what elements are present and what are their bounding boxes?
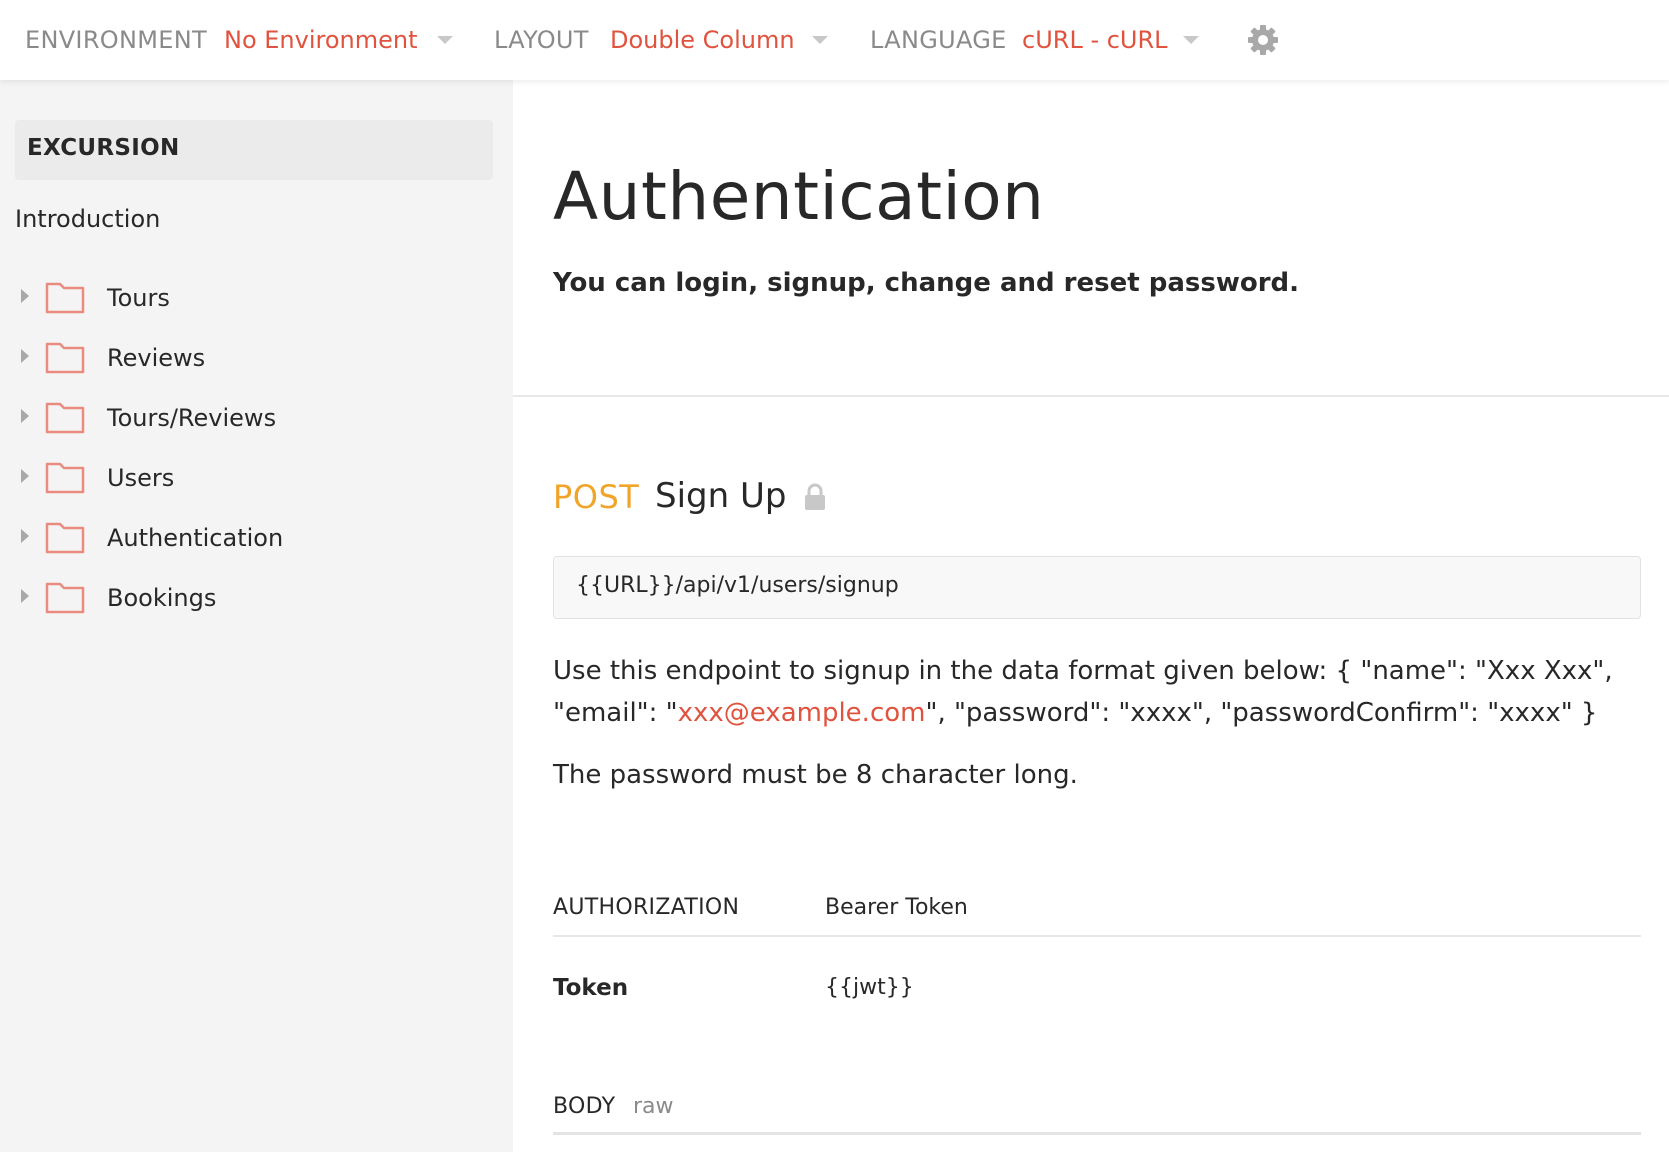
sidebar-folder-tours[interactable]: Tours bbox=[15, 276, 495, 320]
sidebar-folder-label: Bookings bbox=[107, 584, 217, 612]
lock-icon bbox=[805, 483, 825, 510]
layout-dropdown[interactable]: Double Column bbox=[610, 26, 795, 54]
request-url-field[interactable]: {{URL}}/api/v1/users/signup bbox=[553, 556, 1641, 619]
environment-chevron-down-icon[interactable] bbox=[437, 36, 453, 44]
collection-title[interactable]: EXCURSION bbox=[15, 120, 493, 180]
folder-icon bbox=[45, 282, 85, 314]
sidebar-folder-reviews[interactable]: Reviews bbox=[15, 336, 495, 380]
token-label: Token bbox=[553, 975, 629, 1001]
request-description: Use this endpoint to signup in the data … bbox=[553, 650, 1643, 734]
authorization-label: AUTHORIZATION bbox=[553, 895, 740, 920]
folder-icon bbox=[45, 522, 85, 554]
sidebar-item-introduction[interactable]: Introduction bbox=[15, 205, 160, 233]
body-type: raw bbox=[633, 1094, 674, 1119]
folder-icon bbox=[45, 342, 85, 374]
caret-right-icon bbox=[21, 289, 29, 303]
sidebar-folder-bookings[interactable]: Bookings bbox=[15, 576, 495, 620]
language-dropdown[interactable]: cURL - cURL bbox=[1022, 26, 1168, 54]
description-text-end: ", "password": "xxxx", "passwordConfirm"… bbox=[925, 698, 1598, 728]
request-method-badge: POST bbox=[553, 478, 640, 516]
caret-right-icon bbox=[21, 529, 29, 543]
top-bar: ENVIRONMENT No Environment LAYOUT Double… bbox=[0, 0, 1669, 80]
sidebar-folder-label: Users bbox=[107, 464, 175, 492]
page-subtitle: You can login, signup, change and reset … bbox=[553, 268, 1300, 298]
section-divider bbox=[513, 395, 1669, 397]
sidebar-folder-label: Reviews bbox=[107, 344, 206, 372]
folder-icon bbox=[45, 582, 85, 614]
caret-right-icon bbox=[21, 409, 29, 423]
email-link[interactable]: xxx@example.com bbox=[678, 698, 926, 728]
authorization-divider bbox=[553, 935, 1641, 937]
sidebar-folder-users[interactable]: Users bbox=[15, 456, 495, 500]
environment-label: ENVIRONMENT bbox=[25, 26, 207, 54]
main-content: Authentication You can login, signup, ch… bbox=[513, 80, 1669, 1152]
folder-icon bbox=[45, 462, 85, 494]
sidebar-folder-label: Tours/Reviews bbox=[107, 404, 277, 432]
request-description-note: The password must be 8 character long. bbox=[553, 760, 1078, 790]
caret-right-icon bbox=[21, 469, 29, 483]
gear-icon[interactable] bbox=[1245, 22, 1281, 58]
caret-right-icon bbox=[21, 589, 29, 603]
environment-dropdown[interactable]: No Environment bbox=[224, 26, 418, 54]
sidebar-folder-label: Authentication bbox=[107, 524, 284, 552]
caret-right-icon bbox=[21, 349, 29, 363]
token-value: {{jwt}} bbox=[825, 975, 914, 1000]
request-name: Sign Up bbox=[655, 476, 787, 516]
language-label: LANGUAGE bbox=[870, 26, 1007, 54]
body-label: BODY bbox=[553, 1094, 616, 1119]
sidebar-folder-authentication[interactable]: Authentication bbox=[15, 516, 495, 560]
layout-label: LAYOUT bbox=[494, 26, 589, 54]
sidebar-folder-tours-reviews[interactable]: Tours/Reviews bbox=[15, 396, 495, 440]
authorization-type: Bearer Token bbox=[825, 895, 968, 920]
layout-chevron-down-icon[interactable] bbox=[812, 36, 828, 44]
sidebar: EXCURSION Introduction Tours Reviews Tou… bbox=[0, 80, 513, 1152]
sidebar-folder-label: Tours bbox=[107, 284, 170, 312]
language-chevron-down-icon[interactable] bbox=[1183, 36, 1199, 44]
body-divider bbox=[553, 1132, 1641, 1135]
page-title: Authentication bbox=[553, 158, 1045, 235]
folder-icon bbox=[45, 402, 85, 434]
